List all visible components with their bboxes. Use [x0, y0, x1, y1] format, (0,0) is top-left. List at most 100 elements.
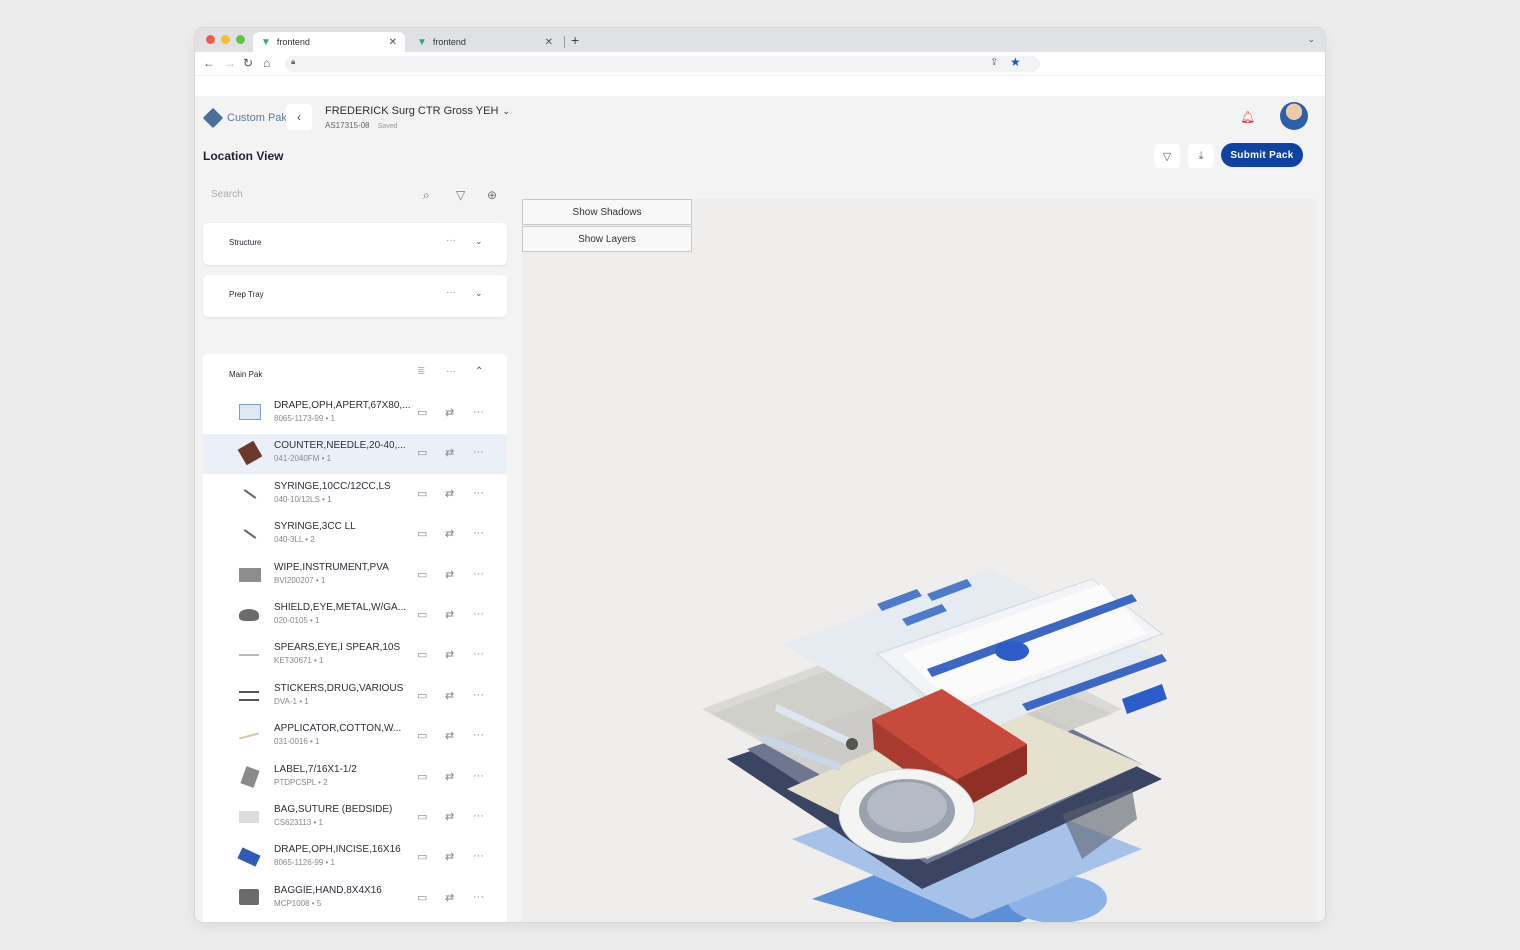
more-icon[interactable]: ··· — [473, 608, 484, 620]
comment-icon[interactable]: ▭ — [417, 891, 427, 904]
list-item[interactable]: APPLICATOR,COTTON,W... 031-0016 • 1 ▭ ⇄ ··· — [203, 717, 507, 757]
more-icon[interactable]: ··· — [473, 527, 484, 539]
pack-code: AS17315-08 — [325, 121, 370, 130]
home-icon[interactable]: ⌂ — [263, 56, 270, 70]
comment-icon[interactable]: ▭ — [417, 406, 427, 419]
forward-arrow-icon[interactable]: → — [224, 56, 236, 70]
bookmark-star-icon[interactable]: ★ — [1010, 55, 1021, 69]
swap-icon[interactable]: ⇄ — [445, 770, 454, 783]
submit-pack-button[interactable]: Submit Pack — [1221, 143, 1303, 167]
more-icon[interactable]: ··· — [446, 235, 456, 246]
list-item[interactable]: SPEARS,EYE,I SPEAR,10S KET30671 • 1 ▭ ⇄ ··· — [203, 636, 507, 676]
swap-icon[interactable]: ⇄ — [445, 406, 454, 419]
back-arrow-icon[interactable]: ← — [203, 56, 215, 70]
chevron-down-icon[interactable]: ⌄ — [475, 288, 483, 299]
white-card-face — [902, 584, 1147, 704]
url-field[interactable] — [285, 56, 1040, 72]
comment-icon[interactable]: ▭ — [417, 568, 427, 581]
layers-icon[interactable]: ≣ — [417, 366, 425, 377]
new-tab-icon[interactable]: + — [571, 32, 579, 48]
more-icon[interactable]: ··· — [473, 689, 484, 701]
comment-icon[interactable]: ▭ — [417, 770, 427, 783]
list-item[interactable]: DRAPE,OPH,INCISE,16X16 8065-1126-99 • 1 ▭ ⇄… — [203, 838, 507, 878]
group-prep-tray[interactable]: Prep Tray ··· ⌄ — [203, 275, 507, 317]
list-item[interactable]: LABEL,7/16X1-1/2 PTDPCSPL • 2 ▭ ⇄ ··· — [203, 758, 507, 798]
item-subtitle: PTDPCSPL • 2 — [274, 777, 328, 787]
more-icon[interactable]: ··· — [473, 487, 484, 499]
swap-icon[interactable]: ⇄ — [445, 527, 454, 540]
swap-icon[interactable]: ⇄ — [445, 608, 454, 621]
more-icon[interactable]: ··· — [473, 446, 484, 458]
pack-title-dropdown[interactable]: FREDERICK Surg CTR Gross YEH ⌄ — [325, 105, 510, 117]
more-icon[interactable]: ··· — [473, 568, 484, 580]
more-icon[interactable]: ··· — [473, 810, 484, 822]
minimize-window-button[interactable] — [221, 35, 230, 44]
custom-pak-logo[interactable]: Custom Pak — [202, 107, 287, 129]
more-icon[interactable]: ··· — [446, 366, 456, 377]
swap-icon[interactable]: ⇄ — [445, 689, 454, 702]
swap-icon[interactable]: ⇄ — [445, 648, 454, 661]
close-tab-icon[interactable]: ✕ — [545, 37, 553, 48]
avatar[interactable] — [1280, 102, 1308, 130]
list-item[interactable]: BAGGIE,HAND,8X4X16 MCP1008 • 5 ▭ ⇄ ··· — [203, 879, 507, 919]
more-icon[interactable]: ··· — [473, 648, 484, 660]
more-icon[interactable]: ··· — [473, 770, 484, 782]
item-thumbnail — [239, 765, 261, 788]
comment-icon[interactable]: ▭ — [417, 689, 427, 702]
chevron-up-icon[interactable]: ⌃ — [475, 366, 483, 377]
back-button[interactable]: ‹ — [286, 104, 312, 130]
add-circle-icon[interactable]: ⊕ — [487, 188, 497, 202]
filter-icon[interactable]: ▽ — [456, 188, 465, 202]
more-icon[interactable]: ··· — [473, 729, 484, 741]
browser-tab-2[interactable]: ▼ frontend ✕ — [409, 32, 561, 52]
3d-viewer[interactable]: Show Shadows Show Layers — [522, 199, 1317, 922]
maximize-window-button[interactable] — [236, 35, 245, 44]
browser-tab-1[interactable]: ▼ frontend ✕ — [253, 32, 405, 52]
address-bar: ← → ↻ ⌂ 🔒︎ ⇪ ★ — [195, 52, 1325, 76]
tab-list-chevron-icon[interactable]: ⌄ — [1307, 34, 1315, 45]
swap-icon[interactable]: ⇄ — [445, 850, 454, 863]
rotate-icon[interactable]: ⟲ — [1240, 915, 1266, 922]
group-main-pak: Main Pak ≣ ··· ⌃ DRAPE,OPH,APERT,67X80,.… — [203, 354, 507, 922]
list-item[interactable]: GOWN,LG,NR,W/TWL,UN...051-0101SMST • 1▭⇄… — [203, 919, 507, 922]
swap-icon[interactable]: ⇄ — [445, 891, 454, 904]
search-icon[interactable]: ⌕ — [423, 188, 430, 203]
list-item[interactable]: WIPE,INSTRUMENT,PVA BVI200207 • 1 ▭ ⇄ ··· — [203, 556, 507, 596]
comment-icon[interactable]: ▭ — [417, 527, 427, 540]
list-item[interactable]: SYRINGE,3CC LL 040-3LL • 2 ▭ ⇄ ··· — [203, 515, 507, 555]
more-icon[interactable]: ··· — [446, 287, 456, 298]
list-item[interactable]: SHIELD,EYE,METAL,W/GA... 020-0105 • 1 ▭ ⇄ ··… — [203, 596, 507, 636]
comment-icon[interactable]: ▭ — [417, 850, 427, 863]
list-item[interactable]: COUNTER,NEEDLE,20-40,... 041-2040FM • 1 ▭ ⇄… — [203, 434, 507, 475]
group-structure[interactable]: Structure ··· ⌄ — [203, 223, 507, 265]
filter-button[interactable]: ▽ — [1154, 144, 1180, 168]
comment-icon[interactable]: ▭ — [417, 608, 427, 621]
comment-icon[interactable]: ▭ — [417, 487, 427, 500]
close-window-button[interactable] — [206, 35, 215, 44]
comment-icon[interactable]: ▭ — [417, 648, 427, 661]
list-item[interactable]: BAG,SUTURE (BEDSIDE) CS623113 • 1 ▭ ⇄ ··· — [203, 798, 507, 838]
swap-icon[interactable]: ⇄ — [445, 568, 454, 581]
comment-icon[interactable]: ▭ — [417, 729, 427, 742]
reload-icon[interactable]: ↻ — [243, 56, 253, 70]
list-item[interactable]: STICKERS,DRUG,VARIOUS DVA-1 • 1 ▭ ⇄ ··· — [203, 677, 507, 717]
list-item[interactable]: SYRINGE,10CC/12CC,LS 040-10/12LS • 1 ▭ ⇄ ··· — [203, 475, 507, 515]
share-icon[interactable]: ⇪ — [990, 57, 998, 68]
show-shadows-button[interactable]: Show Shadows — [522, 199, 692, 225]
show-layers-button[interactable]: Show Layers — [522, 226, 692, 252]
bell-icon[interactable]: 🔔︎ — [1240, 110, 1255, 124]
download-button[interactable]: ⤓ — [1188, 144, 1214, 168]
more-icon[interactable]: ··· — [473, 891, 484, 903]
list-item[interactable]: DRAPE,OPH,APERT,67X80,... 8065-1173-99 • … — [203, 394, 507, 434]
close-tab-icon[interactable]: ✕ — [389, 37, 397, 48]
swap-icon[interactable]: ⇄ — [445, 729, 454, 742]
swap-icon[interactable]: ⇄ — [445, 810, 454, 823]
more-icon[interactable]: ··· — [473, 406, 484, 418]
swap-icon[interactable]: ⇄ — [445, 487, 454, 500]
swap-icon[interactable]: ⇄ — [445, 446, 454, 459]
more-icon[interactable]: ··· — [473, 850, 484, 862]
comment-icon[interactable]: ▭ — [417, 446, 427, 459]
chevron-down-icon[interactable]: ⌄ — [475, 236, 483, 247]
expand-icon[interactable]: ⤢ — [1274, 915, 1300, 922]
comment-icon[interactable]: ▭ — [417, 810, 427, 823]
